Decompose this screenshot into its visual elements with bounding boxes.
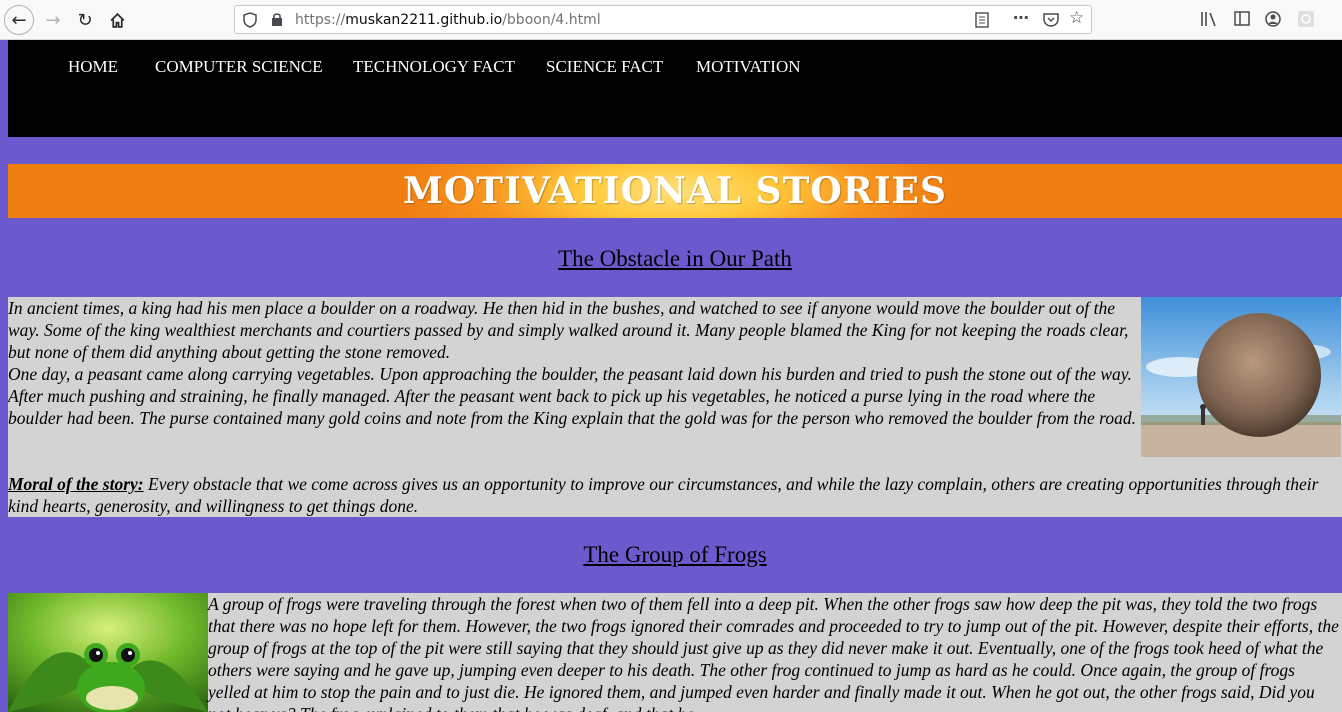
frog-image	[8, 593, 208, 712]
moral-label: Moral of the story:	[8, 474, 144, 494]
nav-link-technology-fact[interactable]: TECHNOLOGY FACT	[353, 57, 515, 77]
boulder-illustration	[1141, 297, 1341, 457]
back-button[interactable]: ←	[4, 5, 34, 35]
story-box: In ancient times, a king had his men pla…	[8, 297, 1342, 517]
more-actions-icon[interactable]: ⋯	[1013, 8, 1029, 27]
moral-text: Every obstacle that we come across gives…	[8, 474, 1319, 516]
story-title: The Obstacle in Our Path	[558, 246, 792, 271]
url-text[interactable]: https://muskan2211.github.io/bboon/4.htm…	[295, 12, 601, 28]
story-paragraph-1: A group of frogs were traveling through …	[208, 594, 1339, 712]
shield-icon[interactable]	[243, 12, 257, 28]
story-title: The Group of Frogs	[583, 542, 767, 567]
library-icon[interactable]	[1200, 11, 1218, 27]
story-paragraph: In ancient times, a king had his men pla…	[8, 297, 1138, 429]
story-moral: Moral of the story: Every obstacle that …	[8, 473, 1342, 517]
nav-link-home[interactable]: HOME	[68, 57, 118, 77]
pocket-icon[interactable]	[1043, 12, 1059, 27]
url-bar[interactable]: https://muskan2211.github.io/bboon/4.htm…	[234, 5, 1092, 34]
extension-icon[interactable]	[1297, 10, 1315, 28]
reload-icon: ↻	[77, 9, 93, 31]
sidebar-icon[interactable]	[1234, 11, 1250, 26]
story-box: A group of frogs were traveling through …	[8, 593, 1342, 712]
arrow-right-icon: →	[45, 9, 61, 31]
url-domain: muskan2211.github.io	[345, 12, 503, 28]
boulder-image	[1141, 297, 1341, 457]
reload-button[interactable]: ↻	[70, 5, 100, 35]
page-banner: MOTIVATIONAL STORIES	[8, 164, 1342, 218]
home-button[interactable]	[102, 5, 132, 35]
arrow-left-icon: ←	[11, 9, 27, 31]
story-paragraph-2: One day, a peasant came along carrying v…	[8, 364, 1136, 428]
bookmark-star-icon[interactable]: ☆	[1069, 8, 1084, 28]
frog-illustration	[8, 593, 208, 712]
story-paragraph-1: In ancient times, a king had his men pla…	[8, 298, 1129, 362]
reader-view-icon[interactable]	[975, 12, 989, 28]
nav-link-motivation[interactable]: MOTIVATION	[696, 57, 801, 77]
site-navbar: HOME COMPUTER SCIENCE TECHNOLOGY FACT SC…	[8, 40, 1342, 137]
story-paragraph: A group of frogs were traveling through …	[208, 593, 1340, 712]
account-icon[interactable]	[1265, 11, 1281, 27]
home-icon	[110, 12, 124, 28]
page-title: MOTIVATIONAL STORIES	[403, 170, 947, 212]
nav-link-science-fact[interactable]: SCIENCE FACT	[546, 57, 663, 77]
lock-icon[interactable]	[271, 12, 283, 27]
url-prefix: https://	[295, 12, 346, 28]
nav-link-computer-science[interactable]: COMPUTER SCIENCE	[155, 57, 323, 77]
forward-button[interactable]: →	[38, 5, 68, 35]
browser-toolbar: ← → ↻ https://muskan2211.github.io/bboon…	[0, 0, 1342, 40]
url-path: /bboon/4.html	[502, 12, 601, 28]
